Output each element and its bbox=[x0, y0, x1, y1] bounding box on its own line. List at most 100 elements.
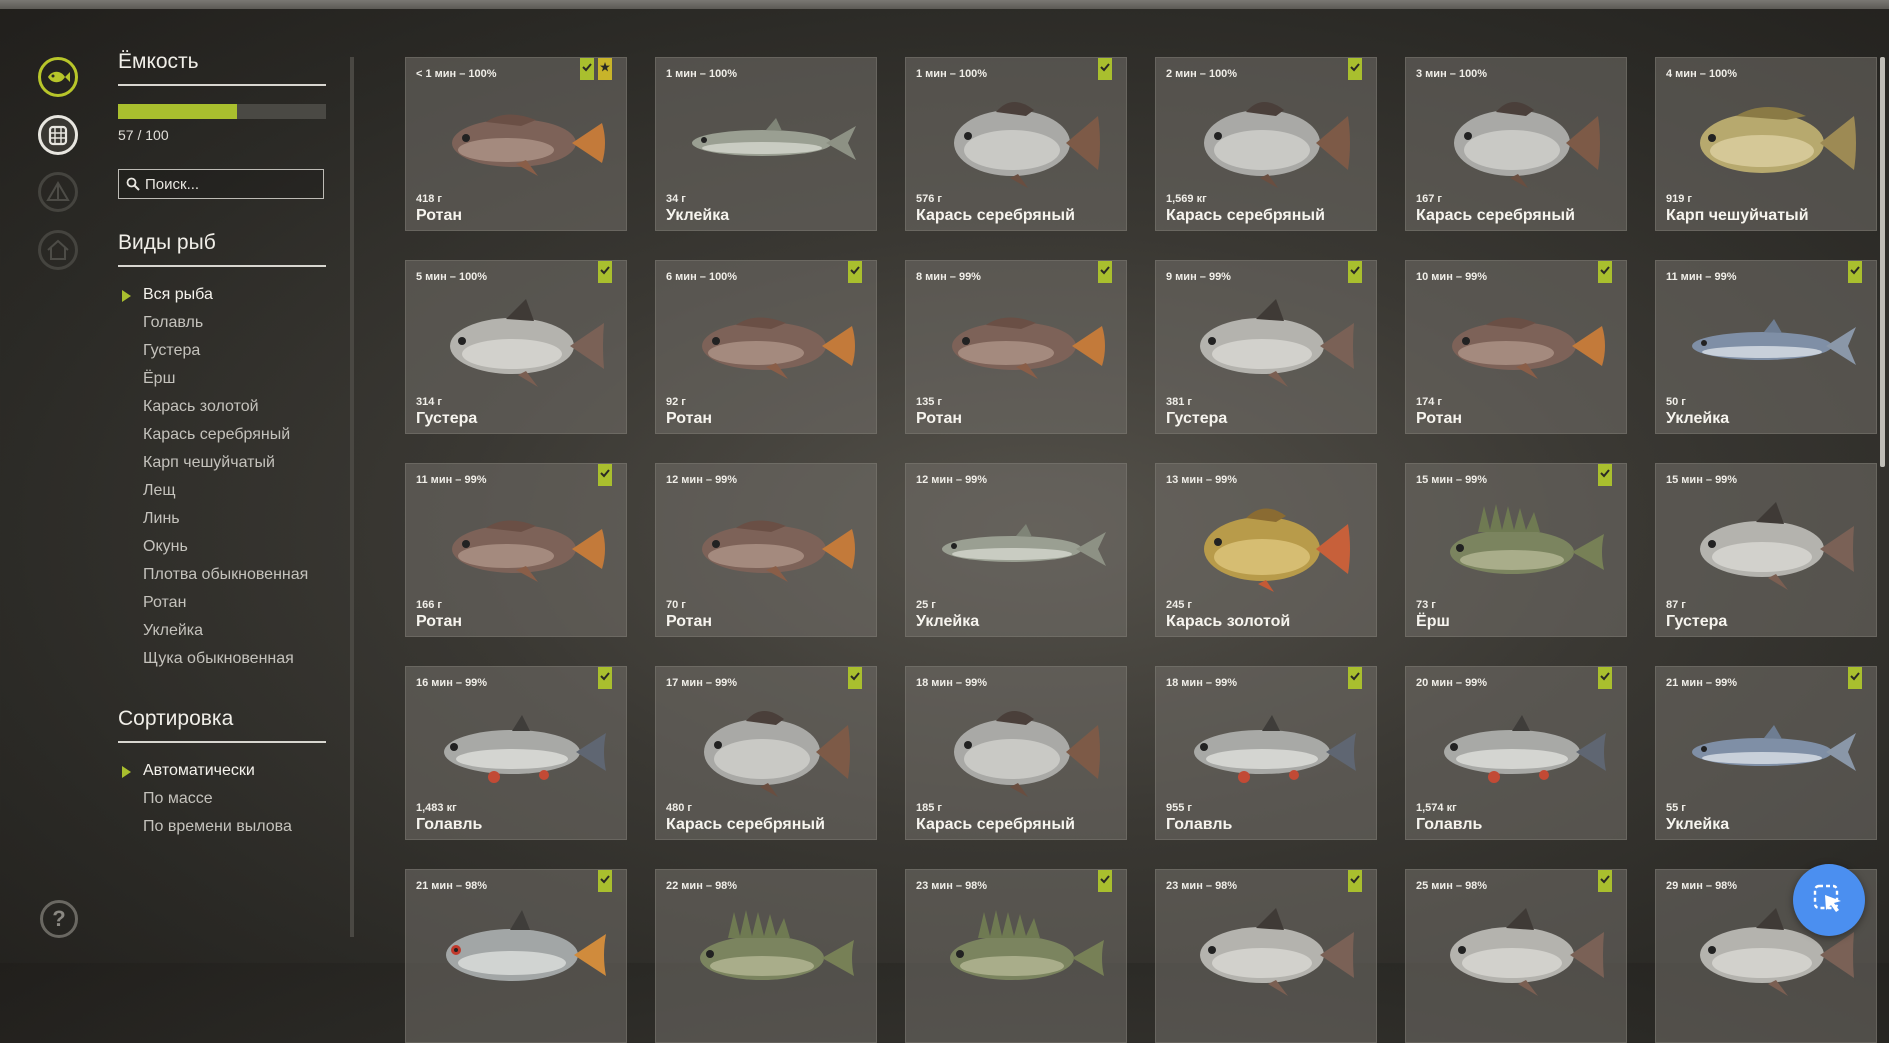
bookmark-check-icon[interactable] bbox=[598, 261, 612, 283]
fish-card[interactable]: 15 мин – 99% 87 г Густера bbox=[1655, 463, 1877, 637]
species-label: Окунь bbox=[143, 538, 188, 555]
bookmark-check-icon[interactable] bbox=[1848, 261, 1862, 283]
bookmark-check-icon[interactable] bbox=[580, 58, 594, 80]
fish-image bbox=[426, 291, 608, 391]
fish-image bbox=[926, 697, 1108, 797]
fish-name: Ротан bbox=[666, 410, 713, 427]
bookmark-check-icon[interactable] bbox=[598, 464, 612, 486]
fish-card[interactable]: 4 мин – 100% 919 г Карп чешуйчатый bbox=[1655, 57, 1877, 231]
bookmark-check-icon[interactable] bbox=[848, 261, 862, 283]
fish-card[interactable]: 9 мин – 99% 381 г Густера bbox=[1155, 260, 1377, 434]
keepnet-icon[interactable] bbox=[38, 115, 78, 155]
catch-time: 5 мин – 100% bbox=[416, 271, 488, 283]
species-item[interactable]: Плотва обыкновенная bbox=[118, 561, 326, 589]
catch-time: 18 мин – 99% bbox=[1166, 677, 1238, 689]
fish-card[interactable]: 3 мин – 100% 167 г Карась серебряный bbox=[1405, 57, 1627, 231]
fish-weight: 55 г bbox=[1666, 802, 1686, 814]
fish-card[interactable]: 23 мин – 98% bbox=[905, 869, 1127, 1043]
bookmark-check-icon[interactable] bbox=[598, 667, 612, 689]
bookmark-check-icon[interactable] bbox=[1098, 261, 1112, 283]
fish-card[interactable]: 13 мин – 99% 245 г Карась золотой bbox=[1155, 463, 1377, 637]
bookmark-check-icon[interactable] bbox=[1598, 464, 1612, 486]
fish-weight: 919 г bbox=[1666, 193, 1692, 205]
fish-card[interactable]: 11 мин – 99% 166 г Ротан bbox=[405, 463, 627, 637]
species-item[interactable]: Карась серебряный bbox=[118, 421, 326, 449]
bookmark-check-icon[interactable] bbox=[1098, 870, 1112, 892]
fish-card[interactable]: 10 мин – 99% 174 г Ротан bbox=[1405, 260, 1627, 434]
fish-card[interactable]: < 1 мин – 100% 418 г Ротан bbox=[405, 57, 627, 231]
species-item[interactable]: Густера bbox=[118, 337, 326, 365]
bookmark-check-icon[interactable] bbox=[1598, 870, 1612, 892]
fish-card[interactable]: 17 мин – 99% 480 г Карась серебряный bbox=[655, 666, 877, 840]
cursor-mode-button[interactable] bbox=[1793, 864, 1865, 936]
sort-item[interactable]: По времени вылова bbox=[118, 813, 326, 841]
bookmark-check-icon[interactable] bbox=[848, 667, 862, 689]
fish-card[interactable]: 5 мин – 100% 314 г Густера bbox=[405, 260, 627, 434]
fish-card[interactable]: 12 мин – 99% 25 г Уклейка bbox=[905, 463, 1127, 637]
fish-card[interactable]: 12 мин – 99% 70 г Ротан bbox=[655, 463, 877, 637]
search-input[interactable] bbox=[145, 174, 315, 194]
scrollbar[interactable] bbox=[1880, 57, 1885, 467]
species-label: Карась золотой bbox=[143, 398, 259, 415]
species-item[interactable]: Вся рыба bbox=[118, 281, 326, 309]
fish-card[interactable]: 25 мин – 98% bbox=[1405, 869, 1627, 1043]
fish-weight: 1,569 кг bbox=[1166, 193, 1207, 205]
sort-item[interactable]: Автоматически bbox=[118, 757, 326, 785]
sort-item[interactable]: По массе bbox=[118, 785, 326, 813]
bookmark-check-icon[interactable] bbox=[1348, 58, 1362, 80]
fish-card[interactable]: 23 мин – 98% bbox=[1155, 869, 1377, 1043]
fish-image bbox=[1176, 88, 1358, 188]
search-box[interactable] bbox=[118, 169, 324, 199]
bookmark-check-icon[interactable] bbox=[1348, 667, 1362, 689]
catch-time: 29 мин – 98% bbox=[1666, 880, 1738, 892]
bookmark-check-icon[interactable] bbox=[1098, 58, 1112, 80]
fish-card[interactable]: 1 мин – 100% 34 г Уклейка bbox=[655, 57, 877, 231]
fish-name: Ротан bbox=[416, 207, 463, 224]
bookmark-check-icon[interactable] bbox=[1598, 667, 1612, 689]
species-label: Вся рыба bbox=[143, 286, 213, 303]
fish-icon[interactable] bbox=[38, 57, 78, 97]
species-item[interactable]: Щука обыкновенная bbox=[118, 645, 326, 673]
fish-name: Голавль bbox=[416, 816, 483, 833]
star-icon[interactable] bbox=[598, 58, 612, 80]
species-item[interactable]: Карп чешуйчатый bbox=[118, 449, 326, 477]
bookmark-check-icon[interactable] bbox=[1848, 667, 1862, 689]
species-item[interactable]: Карась золотой bbox=[118, 393, 326, 421]
bookmark-check-icon[interactable] bbox=[598, 870, 612, 892]
search-icon bbox=[126, 177, 140, 191]
fish-weight: 25 г bbox=[916, 599, 936, 611]
fish-image bbox=[1426, 494, 1608, 594]
home-icon[interactable] bbox=[38, 230, 78, 270]
tent-icon[interactable] bbox=[38, 172, 78, 212]
fish-weight: 70 г bbox=[666, 599, 686, 611]
fish-name: Ротан bbox=[416, 613, 463, 630]
species-item[interactable]: Уклейка bbox=[118, 617, 326, 645]
species-item[interactable]: Лещ bbox=[118, 477, 326, 505]
fish-card[interactable]: 16 мин – 99% 1,483 кг Голавль bbox=[405, 666, 627, 840]
species-item[interactable]: Голавль bbox=[118, 309, 326, 337]
fish-card[interactable]: 8 мин – 99% 135 г Ротан bbox=[905, 260, 1127, 434]
species-item[interactable]: Ротан bbox=[118, 589, 326, 617]
fish-card[interactable]: 6 мин – 100% 92 г Ротан bbox=[655, 260, 877, 434]
fish-card[interactable]: 21 мин – 98% bbox=[405, 869, 627, 1043]
catch-time: 10 мин – 99% bbox=[1416, 271, 1488, 283]
fish-card[interactable]: 2 мин – 100% 1,569 кг Карась серебряный bbox=[1155, 57, 1377, 231]
fish-card[interactable]: 20 мин – 99% 1,574 кг Голавль bbox=[1405, 666, 1627, 840]
species-item[interactable]: Линь bbox=[118, 505, 326, 533]
fish-card[interactable]: 15 мин – 99% 73 г Ёрш bbox=[1405, 463, 1627, 637]
fish-card[interactable]: 22 мин – 98% bbox=[655, 869, 877, 1043]
fish-card[interactable]: 1 мин – 100% 576 г Карась серебряный bbox=[905, 57, 1127, 231]
species-item[interactable]: Ёрш bbox=[118, 365, 326, 393]
fish-card[interactable]: 21 мин – 99% 55 г Уклейка bbox=[1655, 666, 1877, 840]
catch-time: 1 мин – 100% bbox=[916, 68, 988, 80]
bookmark-check-icon[interactable] bbox=[1348, 870, 1362, 892]
fish-card[interactable]: 18 мин – 99% 185 г Карась серебряный bbox=[905, 666, 1127, 840]
catch-time: 4 мин – 100% bbox=[1666, 68, 1738, 80]
fish-card[interactable]: 11 мин – 99% 50 г Уклейка bbox=[1655, 260, 1877, 434]
bookmark-check-icon[interactable] bbox=[1598, 261, 1612, 283]
fish-image bbox=[1676, 494, 1858, 594]
help-icon[interactable]: ? bbox=[40, 900, 78, 938]
species-item[interactable]: Окунь bbox=[118, 533, 326, 561]
bookmark-check-icon[interactable] bbox=[1348, 261, 1362, 283]
fish-card[interactable]: 18 мин – 99% 955 г Голавль bbox=[1155, 666, 1377, 840]
